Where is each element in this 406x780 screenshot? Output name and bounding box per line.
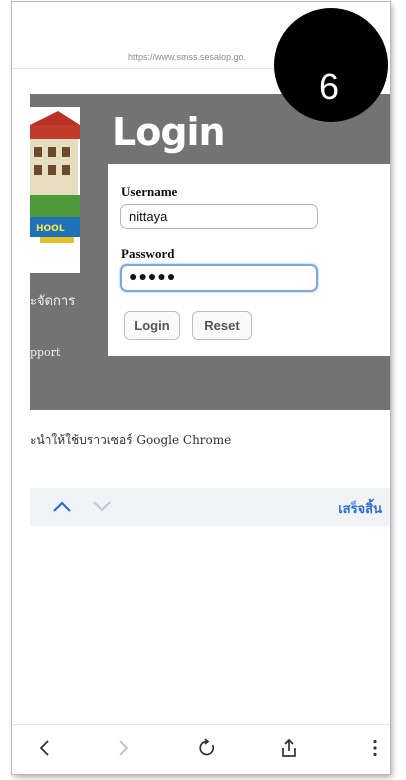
login-form: Username nittaya Password ●●●●● Login Re… [108,164,390,356]
phone-screen: https://www.smss.sesalop.go. 6 HOOL ะจัด… [12,2,390,774]
chevron-down-icon[interactable] [92,498,112,514]
username-input[interactable]: nittaya [120,204,318,229]
browser-recommendation: ะนำให้ใช้บราวเซอร์ Google Chrome [30,433,232,447]
username-label: Username [121,184,178,199]
more-icon[interactable] [364,737,386,759]
share-icon[interactable] [278,737,300,759]
login-title: Login [112,110,226,154]
password-input[interactable]: ●●●●● [120,264,318,292]
chevron-right-icon[interactable] [112,737,134,759]
svg-text:HOOL: HOOL [36,224,65,234]
side-support-text: pport [30,346,61,359]
password-label: Password [121,246,175,261]
url-text[interactable]: https://www.smss.sesalop.go. [128,52,246,62]
chevron-up-icon[interactable] [52,498,72,514]
step-number: 6 [318,66,340,107]
login-button[interactable]: Login [124,311,180,340]
find-in-page-bar: เสร็จสิ้น [30,488,390,526]
side-menu-text: ะจัดการ [30,294,76,309]
chevron-left-icon[interactable] [34,737,56,759]
reset-button[interactable]: Reset [192,311,252,340]
done-button[interactable]: เสร็จสิ้น [338,498,382,519]
school-logo: HOOL [30,107,80,273]
browser-toolbar [12,724,390,774]
step-badge: 6 [274,8,388,122]
reload-icon[interactable] [196,737,218,759]
